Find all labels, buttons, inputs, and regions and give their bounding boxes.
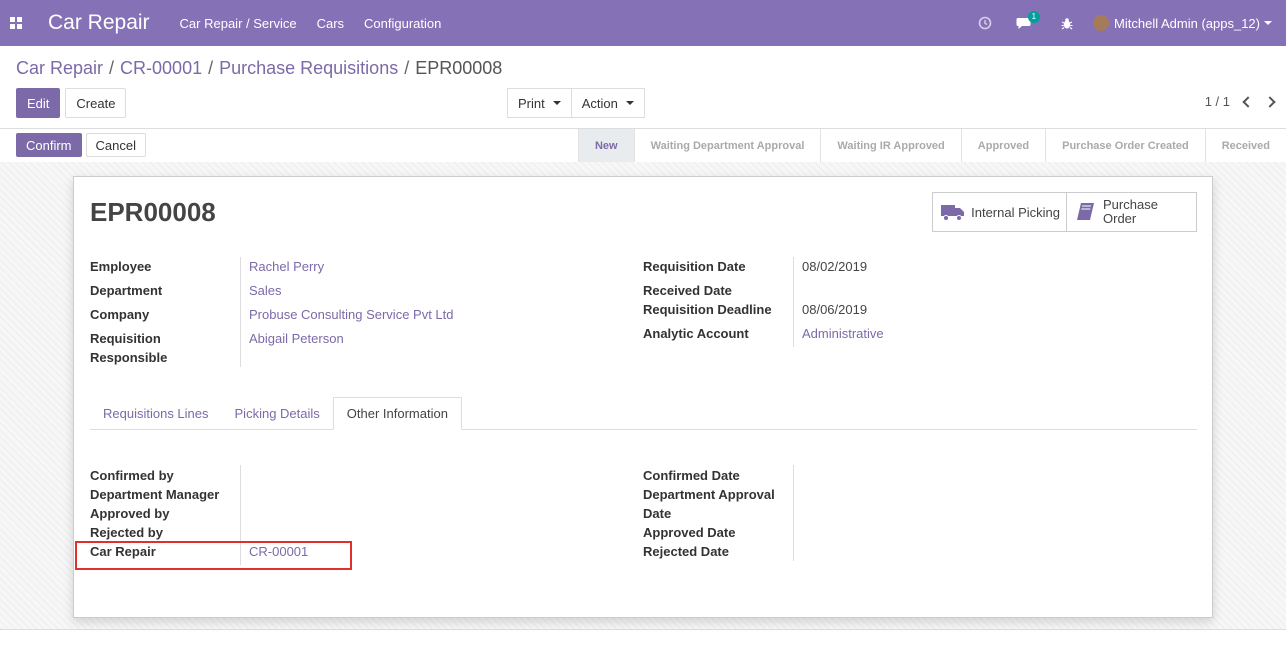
debug-bug-icon[interactable] xyxy=(1061,17,1073,30)
requisition-responsible-value[interactable]: Abigail Peterson xyxy=(249,329,344,348)
menu-configuration[interactable]: Configuration xyxy=(364,16,441,31)
form-sheet: EPR00008 Internal Picking Purchase Order… xyxy=(73,176,1213,618)
purchase-order-button[interactable]: Purchase Order xyxy=(1066,193,1196,231)
app-brand[interactable]: Car Repair xyxy=(48,11,150,35)
user-name: Mitchell Admin (apps_12) xyxy=(1114,15,1260,31)
employee-label: Employee xyxy=(90,259,152,274)
requisition-responsible-label: Requisition Responsible xyxy=(90,331,168,365)
cancel-button[interactable]: Cancel xyxy=(85,133,146,157)
menu-cars[interactable]: Cars xyxy=(317,16,344,31)
record-title: EPR00008 xyxy=(90,197,216,227)
print-dropdown-button[interactable]: Print xyxy=(507,88,572,118)
stage-waiting-department-approval[interactable]: Waiting Department Approval xyxy=(633,129,821,162)
chevron-right-icon[interactable] xyxy=(1264,95,1276,108)
department-approval-date-label: Department Approval Date xyxy=(643,487,775,521)
breadcrumb-car-repair[interactable]: Car Repair xyxy=(16,58,103,79)
messages-icon[interactable]: 1 xyxy=(1016,10,1041,30)
analytic-account-label: Analytic Account xyxy=(643,326,749,341)
caret-down-icon xyxy=(552,101,561,105)
approved-by-label: Approved by xyxy=(90,506,170,521)
stage-purchase-order-created[interactable]: Purchase Order Created xyxy=(1045,129,1205,162)
breadcrumb-current: EPR00008 xyxy=(415,58,503,78)
truck-icon xyxy=(941,205,965,221)
book-icon xyxy=(1077,203,1094,220)
analytic-account-value[interactable]: Administrative xyxy=(802,324,884,343)
user-menu[interactable]: Mitchell Admin (apps_12) xyxy=(1093,15,1272,31)
activity-clock-icon[interactable] xyxy=(978,16,992,30)
requisition-date-label: Requisition Date xyxy=(643,259,746,274)
field-divider xyxy=(793,257,794,347)
rejected-date-label: Rejected Date xyxy=(643,544,729,559)
menu-car-repair-service[interactable]: Car Repair / Service xyxy=(180,16,297,31)
apps-menu-icon[interactable] xyxy=(0,0,32,46)
confirm-button[interactable]: Confirm xyxy=(16,133,82,157)
purchase-order-label-1: Purchase xyxy=(1103,197,1158,212)
caret-down-icon xyxy=(625,101,634,105)
stage-approved[interactable]: Approved xyxy=(960,129,1045,162)
internal-picking-button[interactable]: Internal Picking xyxy=(933,193,1066,231)
received-date-label: Received Date xyxy=(643,283,732,298)
stage-new[interactable]: New xyxy=(577,129,634,162)
status-bar: New Waiting Department Approval Waiting … xyxy=(577,129,1286,162)
tab-other-information[interactable]: Other Information xyxy=(332,397,462,430)
create-button[interactable]: Create xyxy=(65,88,127,118)
rejected-by-label: Rejected by xyxy=(90,525,163,540)
car-repair-highlight xyxy=(75,541,352,570)
approved-date-label: Approved Date xyxy=(643,525,736,540)
print-label: Print xyxy=(518,95,545,111)
confirmed-date-label: Confirmed Date xyxy=(643,468,740,483)
smart-buttons: Internal Picking Purchase Order xyxy=(932,192,1197,232)
company-value[interactable]: Probuse Consulting Service Pvt Ltd xyxy=(249,305,454,324)
tab-requisitions-lines[interactable]: Requisitions Lines xyxy=(90,397,222,430)
requisition-deadline-label: Requisition Deadline xyxy=(643,302,772,317)
confirmed-by-label: Confirmed by xyxy=(90,468,174,483)
field-divider xyxy=(240,257,241,367)
top-navbar: Car Repair Car Repair / Service Cars Con… xyxy=(0,0,1286,46)
tab-picking-details[interactable]: Picking Details xyxy=(222,397,333,430)
pager-value[interactable]: 1 / 1 xyxy=(1205,94,1230,109)
internal-picking-label: Internal Picking xyxy=(971,204,1060,220)
department-manager-label: Department Manager xyxy=(90,487,220,502)
pager: 1 / 1 xyxy=(1205,94,1276,109)
messages-count-badge: 1 xyxy=(1027,10,1041,23)
breadcrumb-purchase-requisitions[interactable]: Purchase Requisitions xyxy=(219,58,398,79)
avatar xyxy=(1093,15,1110,31)
purchase-order-label-2: Order xyxy=(1103,211,1137,226)
requisition-date-value: 08/02/2019 xyxy=(802,259,868,274)
action-dropdown-button[interactable]: Action xyxy=(571,88,645,118)
edit-button[interactable]: Edit xyxy=(16,88,61,118)
employee-value[interactable]: Rachel Perry xyxy=(249,257,324,276)
department-label: Department xyxy=(90,283,163,298)
action-label: Action xyxy=(581,95,618,111)
company-label: Company xyxy=(90,307,150,322)
requisition-deadline-value: 08/06/2019 xyxy=(802,302,868,317)
chevron-down-icon xyxy=(1264,21,1272,25)
field-divider xyxy=(793,465,794,561)
chevron-left-icon[interactable] xyxy=(1242,95,1254,108)
breadcrumb-cr-00001[interactable]: CR-00001 xyxy=(120,58,202,79)
breadcrumb: Car Repair / CR-00001 / Purchase Requisi… xyxy=(16,58,503,79)
stage-received[interactable]: Received xyxy=(1204,129,1286,162)
department-value[interactable]: Sales xyxy=(249,281,282,300)
notebook-tabs: Requisitions Lines Picking Details Other… xyxy=(90,397,1197,430)
stage-waiting-ir-approved[interactable]: Waiting IR Approved xyxy=(820,129,960,162)
